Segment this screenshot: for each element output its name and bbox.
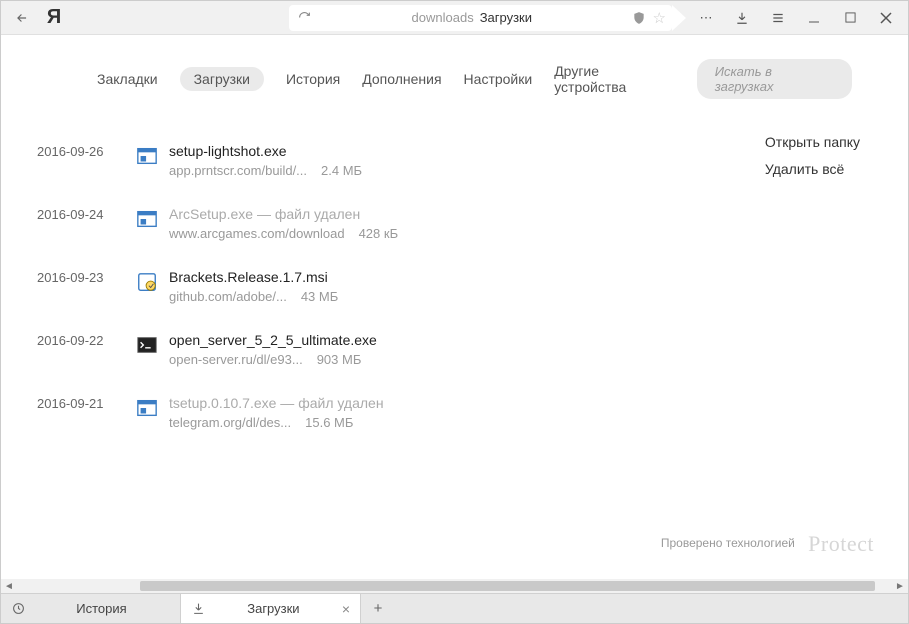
scroll-thumb[interactable]	[140, 581, 875, 591]
footer-checked-by: Проверено технологией	[661, 536, 795, 550]
horizontal-scrollbar[interactable]: ◄ ►	[1, 579, 908, 593]
file-icon	[129, 143, 165, 167]
scroll-left-icon[interactable]: ◄	[1, 581, 17, 592]
nav-other-devices[interactable]: Другие устройства	[554, 63, 675, 95]
file-icon	[129, 269, 165, 293]
nav-downloads[interactable]: Загрузки	[180, 67, 264, 91]
download-date: 2016-09-26	[37, 143, 129, 159]
nav-bookmarks[interactable]: Закладки	[97, 71, 158, 87]
download-size: 903 МБ	[317, 352, 362, 367]
download-name[interactable]: ArcSetup.exe — файл удален	[169, 206, 908, 222]
download-url[interactable]: www.arcgames.com/download	[169, 226, 345, 241]
download-row[interactable]: 2016-09-23 Brackets.Release.1.7.msi github…	[1, 255, 908, 318]
nav-history[interactable]: История	[286, 71, 340, 87]
tab-label: История	[33, 601, 170, 616]
menu-icon[interactable]	[760, 4, 796, 32]
download-row[interactable]: 2016-09-24 ArcSetup.exe — файл удален www.…	[1, 192, 908, 255]
side-actions: Открыть папку Удалить всё	[765, 129, 860, 182]
window-close-button[interactable]	[868, 4, 904, 32]
reload-icon[interactable]	[295, 11, 313, 24]
delete-all-link[interactable]: Удалить всё	[765, 156, 860, 183]
download-row[interactable]: 2016-09-21 tsetup.0.10.7.exe — файл удале…	[1, 381, 908, 444]
download-url[interactable]: telegram.org/dl/des...	[169, 415, 291, 430]
browser-chrome-bar: Я downloads Загрузки ☆ ⋯	[1, 1, 908, 35]
download-date: 2016-09-21	[37, 395, 129, 411]
address-text: downloads Загрузки	[319, 10, 625, 25]
download-size: 428 кБ	[359, 226, 399, 241]
tab-bar: История Загрузки × +	[1, 593, 908, 623]
download-date: 2016-09-24	[37, 206, 129, 222]
search-input[interactable]: Искать в загрузках	[697, 59, 852, 99]
download-name[interactable]: open_server_5_2_5_ultimate.exe	[169, 332, 908, 348]
scroll-track[interactable]	[17, 581, 892, 591]
download-meta: github.com/adobe/... 43 МБ	[169, 289, 908, 304]
download-url[interactable]: app.prntscr.com/build/...	[169, 163, 307, 178]
shield-icon[interactable]	[631, 10, 647, 26]
nav-extensions[interactable]: Дополнения	[362, 71, 441, 87]
tab-close-icon[interactable]: ×	[342, 601, 350, 617]
downloads-list: Открыть папку Удалить всё 2016-09-26setu…	[1, 111, 908, 579]
tab-label: Загрузки	[213, 601, 334, 616]
more-button[interactable]: ⋯	[688, 4, 724, 32]
download-size: 43 МБ	[301, 289, 338, 304]
download-meta: www.arcgames.com/download 428 кБ	[169, 226, 908, 241]
window-minimize-button[interactable]	[796, 4, 832, 32]
download-date: 2016-09-23	[37, 269, 129, 285]
window-maximize-button[interactable]	[832, 4, 868, 32]
tab-downloads[interactable]: Загрузки ×	[181, 594, 361, 623]
nav-settings[interactable]: Настройки	[464, 71, 533, 87]
address-scheme: downloads	[412, 10, 474, 25]
clock-icon	[11, 602, 25, 615]
file-icon	[129, 206, 165, 230]
download-date: 2016-09-22	[37, 332, 129, 348]
address-title: Загрузки	[480, 10, 532, 25]
download-size: 15.6 МБ	[305, 415, 353, 430]
download-row[interactable]: 2016-09-22 open_server_5_2_5_ultimate.exe…	[1, 318, 908, 381]
download-url[interactable]: github.com/adobe/...	[169, 289, 287, 304]
page-content: Закладки Загрузки История Дополнения Нас…	[1, 35, 908, 579]
top-nav: Закладки Загрузки История Дополнения Нас…	[1, 35, 908, 111]
download-meta: telegram.org/dl/des... 15.6 МБ	[169, 415, 908, 430]
scroll-right-icon[interactable]: ►	[892, 581, 908, 592]
address-bar[interactable]: downloads Загрузки ☆	[289, 5, 672, 31]
file-icon	[129, 395, 165, 419]
download-url[interactable]: open-server.ru/dl/e93...	[169, 352, 303, 367]
tab-history[interactable]: История	[1, 594, 181, 623]
download-meta: open-server.ru/dl/e93... 903 МБ	[169, 352, 908, 367]
file-icon	[129, 332, 165, 356]
back-button[interactable]	[5, 4, 39, 32]
open-folder-link[interactable]: Открыть папку	[765, 129, 860, 156]
footer-note: Проверено технологией Protect	[661, 531, 874, 557]
tab-add-button[interactable]: +	[361, 594, 395, 623]
download-name[interactable]: Brackets.Release.1.7.msi	[169, 269, 908, 285]
favorite-star-icon[interactable]: ☆	[653, 9, 666, 27]
download-size: 2.4 МБ	[321, 163, 362, 178]
download-name[interactable]: tsetup.0.10.7.exe — файл удален	[169, 395, 908, 411]
downloads-tray-icon[interactable]	[724, 4, 760, 32]
download-icon	[191, 602, 205, 615]
protect-brand: Protect	[808, 531, 874, 556]
browser-logo[interactable]: Я	[39, 6, 69, 29]
